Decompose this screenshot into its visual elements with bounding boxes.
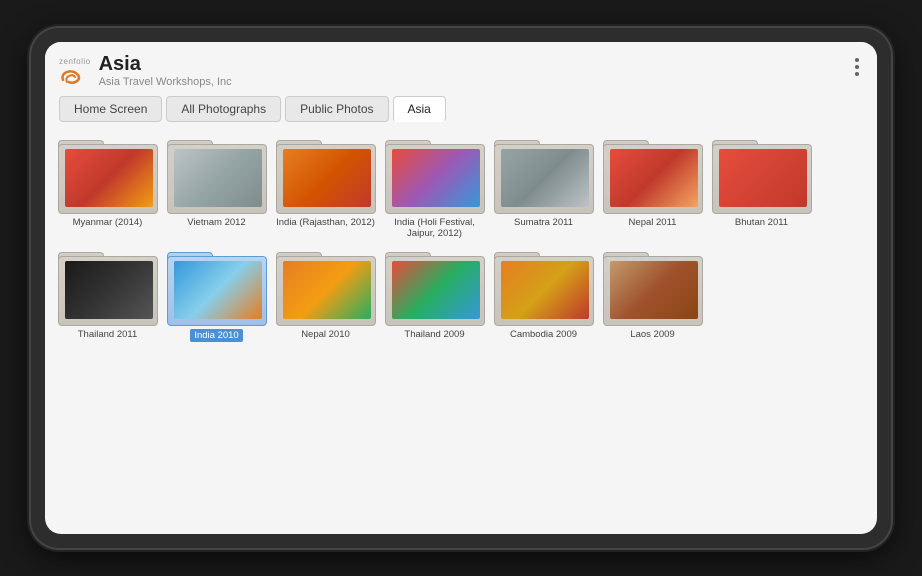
folder-caption: Vietnam 2012 (187, 217, 245, 228)
header: zenfolio Asia Asia Travel Workshops, Inc (45, 42, 877, 88)
folder-body (603, 256, 703, 326)
folder-body (494, 144, 594, 214)
content-area: ■■■ Myanmar (2014) ■■■ Vietnam 2012 ■■■ … (45, 122, 877, 534)
folder-wrapper: ■■■ (167, 244, 267, 326)
folder-preview (283, 261, 371, 319)
folder-item-13[interactable]: ■■■ Laos 2009 (600, 244, 705, 342)
nav-tabs: Home Screen All Photographs Public Photo… (45, 88, 877, 122)
device-frame: zenfolio Asia Asia Travel Workshops, Inc (31, 28, 891, 548)
folder-preview (501, 149, 589, 207)
folder-caption: Myanmar (2014) (73, 217, 143, 228)
header-title-group: Asia Asia Travel Workshops, Inc (99, 52, 232, 88)
folder-body (712, 144, 812, 214)
folder-wrapper: ■■■ (58, 132, 158, 214)
folder-body (58, 144, 158, 214)
folder-caption: Bhutan 2011 (735, 217, 788, 228)
folder-item-4[interactable]: ■■■ India (Holi Festival, Jaipur, 2012) (382, 132, 487, 240)
folder-body (385, 256, 485, 326)
folder-wrapper: ■■■ (494, 132, 594, 214)
folder-caption: Nepal 2011 (629, 217, 677, 228)
folder-wrapper: ■■■ (494, 244, 594, 326)
folder-preview (174, 261, 262, 319)
folder-item-8[interactable]: ■■■ Thailand 2011 (55, 244, 160, 342)
folder-caption: Nepal 2010 (301, 329, 350, 340)
folder-item-2[interactable]: ■■■ Vietnam 2012 (164, 132, 269, 240)
folder-item-11[interactable]: ■■■ Thailand 2009 (382, 244, 487, 342)
folder-item-1[interactable]: ■■■ Myanmar (2014) (55, 132, 160, 240)
folder-caption: India (Holi Festival, Jaipur, 2012) (382, 217, 487, 240)
tab-home[interactable]: Home Screen (59, 96, 162, 122)
folder-body (167, 256, 267, 326)
tab-public-photos[interactable]: Public Photos (285, 96, 388, 122)
folder-preview (174, 149, 262, 207)
folder-body (276, 256, 376, 326)
screen: zenfolio Asia Asia Travel Workshops, Inc (45, 42, 877, 534)
folder-wrapper: ■■■ (385, 132, 485, 214)
menu-dot-1 (855, 58, 859, 62)
folder-item-9[interactable]: ■■■ India 2010 (164, 244, 269, 342)
folder-wrapper: ■■■ (603, 132, 703, 214)
folder-body (167, 144, 267, 214)
folder-item-7[interactable]: ■■■ Bhutan 2011 (709, 132, 814, 240)
folder-body (603, 144, 703, 214)
folders-grid: ■■■ Myanmar (2014) ■■■ Vietnam 2012 ■■■ … (55, 132, 867, 342)
folder-item-10[interactable]: ■■■ Nepal 2010 (273, 244, 378, 342)
tab-asia[interactable]: Asia (393, 96, 446, 122)
folder-preview (719, 149, 807, 207)
folder-body (276, 144, 376, 214)
folder-wrapper: ■■■ (58, 244, 158, 326)
folder-caption: Laos 2009 (630, 329, 674, 340)
folder-preview (392, 149, 480, 207)
folder-wrapper: ■■■ (385, 244, 485, 326)
folder-wrapper: ■■■ (712, 132, 812, 214)
folder-preview (610, 149, 698, 207)
folder-wrapper: ■■■ (603, 244, 703, 326)
folder-preview (65, 261, 153, 319)
tab-photographs[interactable]: All Photographs (166, 96, 281, 122)
folder-preview (283, 149, 371, 207)
folder-wrapper: ■■■ (276, 244, 376, 326)
folder-item-3[interactable]: ■■■ India (Rajasthan, 2012) (273, 132, 378, 240)
folder-item-12[interactable]: ■■■ Cambodia 2009 (491, 244, 596, 342)
page-subtitle: Asia Travel Workshops, Inc (99, 76, 232, 88)
folder-body (385, 144, 485, 214)
folder-caption: Thailand 2009 (404, 329, 464, 340)
zenfolio-logo-text: zenfolio (59, 57, 91, 66)
zenfolio-logo-icon (59, 66, 87, 84)
header-left: zenfolio Asia Asia Travel Workshops, Inc (59, 52, 232, 88)
folder-wrapper: ■■■ (276, 132, 376, 214)
folder-item-6[interactable]: ■■■ Nepal 2011 (600, 132, 705, 240)
folder-caption: Thailand 2011 (78, 329, 138, 340)
menu-dot-2 (855, 65, 859, 69)
menu-dot-3 (855, 72, 859, 76)
folder-preview (501, 261, 589, 319)
folder-item-5[interactable]: ■■■ Sumatra 2011 (491, 132, 596, 240)
folder-caption: India (Rajasthan, 2012) (276, 217, 375, 228)
overflow-menu-button[interactable] (851, 52, 863, 82)
page-title: Asia (99, 52, 232, 76)
folder-caption: Sumatra 2011 (514, 217, 573, 228)
folder-body (58, 256, 158, 326)
logo-area: zenfolio (59, 57, 91, 84)
folder-body (494, 256, 594, 326)
folder-caption: India 2010 (190, 329, 242, 342)
folder-preview (610, 261, 698, 319)
folder-preview (65, 149, 153, 207)
folder-wrapper: ■■■ (167, 132, 267, 214)
folder-caption: Cambodia 2009 (510, 329, 577, 340)
folder-preview (392, 261, 480, 319)
